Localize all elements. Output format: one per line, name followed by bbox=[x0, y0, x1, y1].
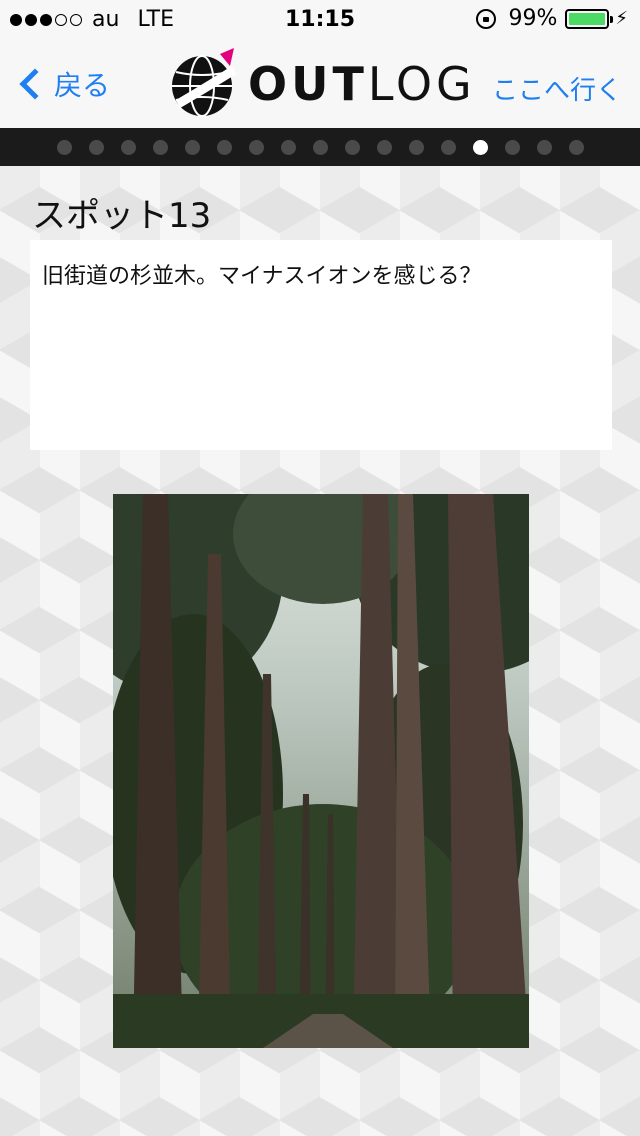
battery-level bbox=[569, 12, 605, 25]
page-dot[interactable] bbox=[344, 139, 360, 155]
logo-text-thin: LOG bbox=[367, 57, 476, 111]
page-dot[interactable] bbox=[504, 139, 520, 155]
page-indicator[interactable] bbox=[0, 128, 640, 166]
go-here-button[interactable]: ここへ行く bbox=[492, 70, 622, 107]
logo-wordmark: OUTLOG bbox=[248, 57, 476, 111]
page-dot[interactable] bbox=[216, 139, 232, 155]
chevron-left-icon bbox=[19, 68, 51, 100]
app-logo: OUTLOG bbox=[168, 48, 476, 120]
page-dot[interactable] bbox=[88, 139, 104, 155]
page-dot[interactable] bbox=[440, 139, 456, 155]
charging-bolt-icon: ⚡ bbox=[615, 8, 628, 29]
spot-title: スポット13 bbox=[32, 196, 212, 236]
battery-percent: 99% bbox=[508, 6, 558, 31]
spot-photo bbox=[113, 494, 529, 1048]
battery-icon bbox=[565, 8, 614, 29]
navigation-bar: 戻る OUTLOG ここへ行く bbox=[0, 40, 640, 128]
rotation-lock-icon bbox=[476, 8, 497, 29]
page-dot[interactable] bbox=[536, 139, 552, 155]
page-dot[interactable] bbox=[248, 139, 264, 155]
page-dot[interactable] bbox=[184, 139, 200, 155]
page-dot-active[interactable] bbox=[472, 139, 488, 155]
back-button-label: 戻る bbox=[54, 69, 111, 102]
page-dot[interactable] bbox=[568, 139, 584, 155]
page-dot[interactable] bbox=[280, 139, 296, 155]
cedar-trees-photo bbox=[113, 494, 529, 1048]
page-dot[interactable] bbox=[120, 139, 136, 155]
spot-description: 旧街道の杉並木。マイナスイオンを感じる？ bbox=[42, 264, 482, 289]
page-dot[interactable] bbox=[408, 139, 424, 155]
globe-logo-icon bbox=[172, 48, 237, 117]
status-bar: au LTE 11:15 99% ⚡ bbox=[0, 0, 640, 40]
description-card: 旧街道の杉並木。マイナスイオンを感じる？ bbox=[30, 240, 612, 450]
back-button[interactable]: 戻る bbox=[16, 64, 110, 104]
page-dot[interactable] bbox=[56, 139, 72, 155]
logo-text-bold: OUT bbox=[248, 57, 368, 111]
page-dot[interactable] bbox=[152, 139, 168, 155]
status-right: 99% ⚡ bbox=[476, 6, 628, 31]
page-dot[interactable] bbox=[312, 139, 328, 155]
page-dot[interactable] bbox=[376, 139, 392, 155]
